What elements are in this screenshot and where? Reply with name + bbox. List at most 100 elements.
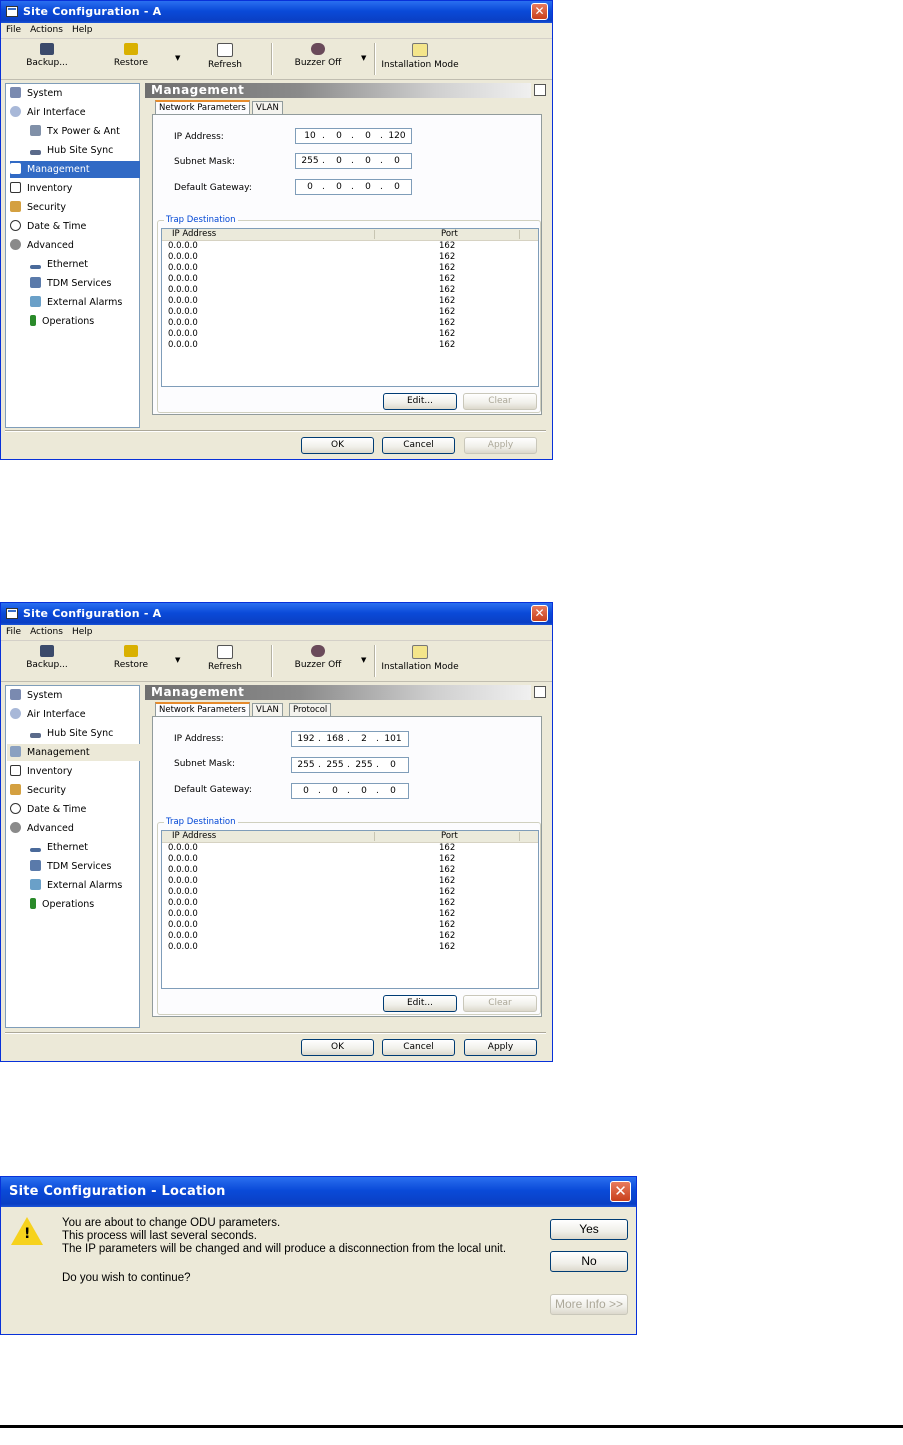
sidebar-item-ethernet[interactable]: Ethernet xyxy=(30,839,138,856)
backup-button[interactable]: Backup... xyxy=(25,43,69,68)
sidebar-item-tdm-services[interactable]: TDM Services xyxy=(30,275,138,292)
ip-address-field[interactable]: 10. 0. 0. 120 xyxy=(295,128,412,144)
sidebar-item-air-interface[interactable]: Air Interface xyxy=(10,706,138,723)
menu-file[interactable]: File xyxy=(1,625,25,637)
trap-destination-list[interactable]: IP Address Port 0.0.0.0 162 0.0.0.0 162 0.0.… xyxy=(161,228,539,387)
print-icon[interactable] xyxy=(534,686,546,698)
sidebar-item-inventory[interactable]: Inventory xyxy=(10,763,138,780)
sidebar-item-tdm-services[interactable]: TDM Services xyxy=(30,858,138,875)
table-row[interactable]: 0.0.0.0 162 xyxy=(162,865,538,876)
tab-network-parameters[interactable]: Network Parameters xyxy=(155,100,250,114)
table-row[interactable]: 0.0.0.0 162 xyxy=(162,296,538,307)
sidebar-item-date-time[interactable]: Date & Time xyxy=(10,801,138,818)
table-row[interactable]: 0.0.0.0 162 xyxy=(162,340,538,351)
table-row[interactable]: 0.0.0.0 162 xyxy=(162,898,538,909)
sidebar-item-air-interface[interactable]: Air Interface xyxy=(10,104,138,121)
dialog-title-bar[interactable]: Site Configuration - Location ✕ xyxy=(1,1177,636,1207)
default-gateway-field[interactable]: 0. 0. 0. 0 xyxy=(295,179,412,195)
yes-button[interactable]: Yes xyxy=(550,1219,628,1240)
close-icon[interactable]: ✕ xyxy=(531,3,548,20)
ok-button[interactable]: OK xyxy=(301,437,374,454)
title-bar[interactable]: Site Configuration - A ✕ xyxy=(1,1,552,23)
sidebar-item-advanced[interactable]: Advanced xyxy=(10,237,138,254)
table-row[interactable]: 0.0.0.0 162 xyxy=(162,285,538,296)
installation-mode-button[interactable]: Installation Mode xyxy=(381,43,459,70)
menu-file[interactable]: File xyxy=(1,23,25,35)
table-row[interactable]: 0.0.0.0 162 xyxy=(162,263,538,274)
more-info-button[interactable]: More Info >> xyxy=(550,1294,628,1315)
subnet-mask-field[interactable]: 255. 255. 255. 0 xyxy=(291,757,409,773)
table-row[interactable]: 0.0.0.0 162 xyxy=(162,307,538,318)
sidebar-item-system[interactable]: System xyxy=(10,687,138,704)
sidebar-item-advanced[interactable]: Advanced xyxy=(10,820,138,837)
column-ip-address[interactable]: IP Address xyxy=(172,229,216,240)
table-row[interactable]: 0.0.0.0 162 xyxy=(162,241,538,252)
table-row[interactable]: 0.0.0.0 162 xyxy=(162,931,538,942)
tab-protocol[interactable]: Protocol xyxy=(289,703,332,716)
table-row[interactable]: 0.0.0.0 162 xyxy=(162,920,538,931)
table-row[interactable]: 0.0.0.0 162 xyxy=(162,887,538,898)
sidebar-item-inventory[interactable]: Inventory xyxy=(10,180,138,197)
table-row[interactable]: 0.0.0.0 162 xyxy=(162,942,538,953)
table-row[interactable]: 0.0.0.0 162 xyxy=(162,854,538,865)
sidebar-item-ethernet[interactable]: Ethernet xyxy=(30,256,138,273)
restore-dropdown-icon[interactable]: ▼ xyxy=(175,54,180,62)
no-button[interactable]: No xyxy=(550,1251,628,1272)
default-gateway-field[interactable]: 0. 0. 0. 0 xyxy=(291,783,409,799)
sidebar-item-hub-site-sync[interactable]: Hub Site Sync xyxy=(30,142,138,159)
clear-button[interactable]: Clear xyxy=(463,393,537,410)
table-row[interactable]: 0.0.0.0 162 xyxy=(162,318,538,329)
apply-button[interactable]: Apply xyxy=(464,437,537,454)
table-row[interactable]: 0.0.0.0 162 xyxy=(162,843,538,854)
trap-destination-list[interactable]: IP Address Port 0.0.0.0 162 0.0.0.0 162 0.0.… xyxy=(161,830,539,989)
sidebar-item-hub-site-sync[interactable]: Hub Site Sync xyxy=(30,725,138,742)
edit-button[interactable]: Edit... xyxy=(383,393,457,410)
menu-help[interactable]: Help xyxy=(67,625,97,637)
buzzer-dropdown-icon[interactable]: ▼ xyxy=(361,54,366,62)
menu-help[interactable]: Help xyxy=(67,23,97,35)
edit-button[interactable]: Edit... xyxy=(383,995,457,1012)
column-port[interactable]: Port xyxy=(441,229,458,240)
buzzer-off-button[interactable]: Buzzer Off xyxy=(291,645,345,670)
buzzer-off-button[interactable]: Buzzer Off xyxy=(291,43,345,68)
sidebar-item-management[interactable]: Management xyxy=(10,161,140,178)
restore-button[interactable]: Restore xyxy=(109,645,153,670)
installation-mode-button[interactable]: Installation Mode xyxy=(381,645,459,672)
restore-dropdown-icon[interactable]: ▼ xyxy=(175,656,180,664)
subnet-mask-field[interactable]: 255. 0. 0. 0 xyxy=(295,153,412,169)
refresh-button[interactable]: Refresh xyxy=(203,645,247,672)
print-icon[interactable] xyxy=(534,84,546,96)
table-row[interactable]: 0.0.0.0 162 xyxy=(162,909,538,920)
apply-button[interactable]: Apply xyxy=(464,1039,537,1056)
table-row[interactable]: 0.0.0.0 162 xyxy=(162,274,538,285)
cancel-button[interactable]: Cancel xyxy=(382,437,455,454)
sidebar-item-security[interactable]: Security xyxy=(10,782,138,799)
close-icon[interactable]: ✕ xyxy=(610,1181,631,1202)
sidebar-item-date-time[interactable]: Date & Time xyxy=(10,218,138,235)
backup-button[interactable]: Backup... xyxy=(25,645,69,670)
title-bar[interactable]: Site Configuration - A ✕ xyxy=(1,603,552,625)
tab-vlan[interactable]: VLAN xyxy=(252,703,283,716)
buzzer-dropdown-icon[interactable]: ▼ xyxy=(361,656,366,664)
sidebar-item-system[interactable]: System xyxy=(10,85,138,102)
sidebar-item-operations[interactable]: Operations xyxy=(30,896,138,913)
menu-actions[interactable]: Actions xyxy=(25,625,67,637)
tab-vlan[interactable]: VLAN xyxy=(252,101,283,114)
refresh-button[interactable]: Refresh xyxy=(203,43,247,70)
sidebar-item-security[interactable]: Security xyxy=(10,199,138,216)
tab-network-parameters[interactable]: Network Parameters xyxy=(155,702,250,716)
cancel-button[interactable]: Cancel xyxy=(382,1039,455,1056)
table-row[interactable]: 0.0.0.0 162 xyxy=(162,876,538,887)
sidebar-item-external-alarms[interactable]: External Alarms xyxy=(30,877,138,894)
ip-address-field[interactable]: 192. 168. 2. 101 xyxy=(291,731,409,747)
column-ip-address[interactable]: IP Address xyxy=(172,831,216,842)
table-row[interactable]: 0.0.0.0 162 xyxy=(162,329,538,340)
sidebar-item-management[interactable]: Management xyxy=(7,744,142,761)
table-row[interactable]: 0.0.0.0 162 xyxy=(162,252,538,263)
close-icon[interactable]: ✕ xyxy=(531,605,548,622)
sidebar-item-operations[interactable]: Operations xyxy=(30,313,138,330)
column-port[interactable]: Port xyxy=(441,831,458,842)
ok-button[interactable]: OK xyxy=(301,1039,374,1056)
sidebar-item-tx-power[interactable]: Tx Power & Ant xyxy=(30,123,138,140)
sidebar-item-external-alarms[interactable]: External Alarms xyxy=(30,294,138,311)
